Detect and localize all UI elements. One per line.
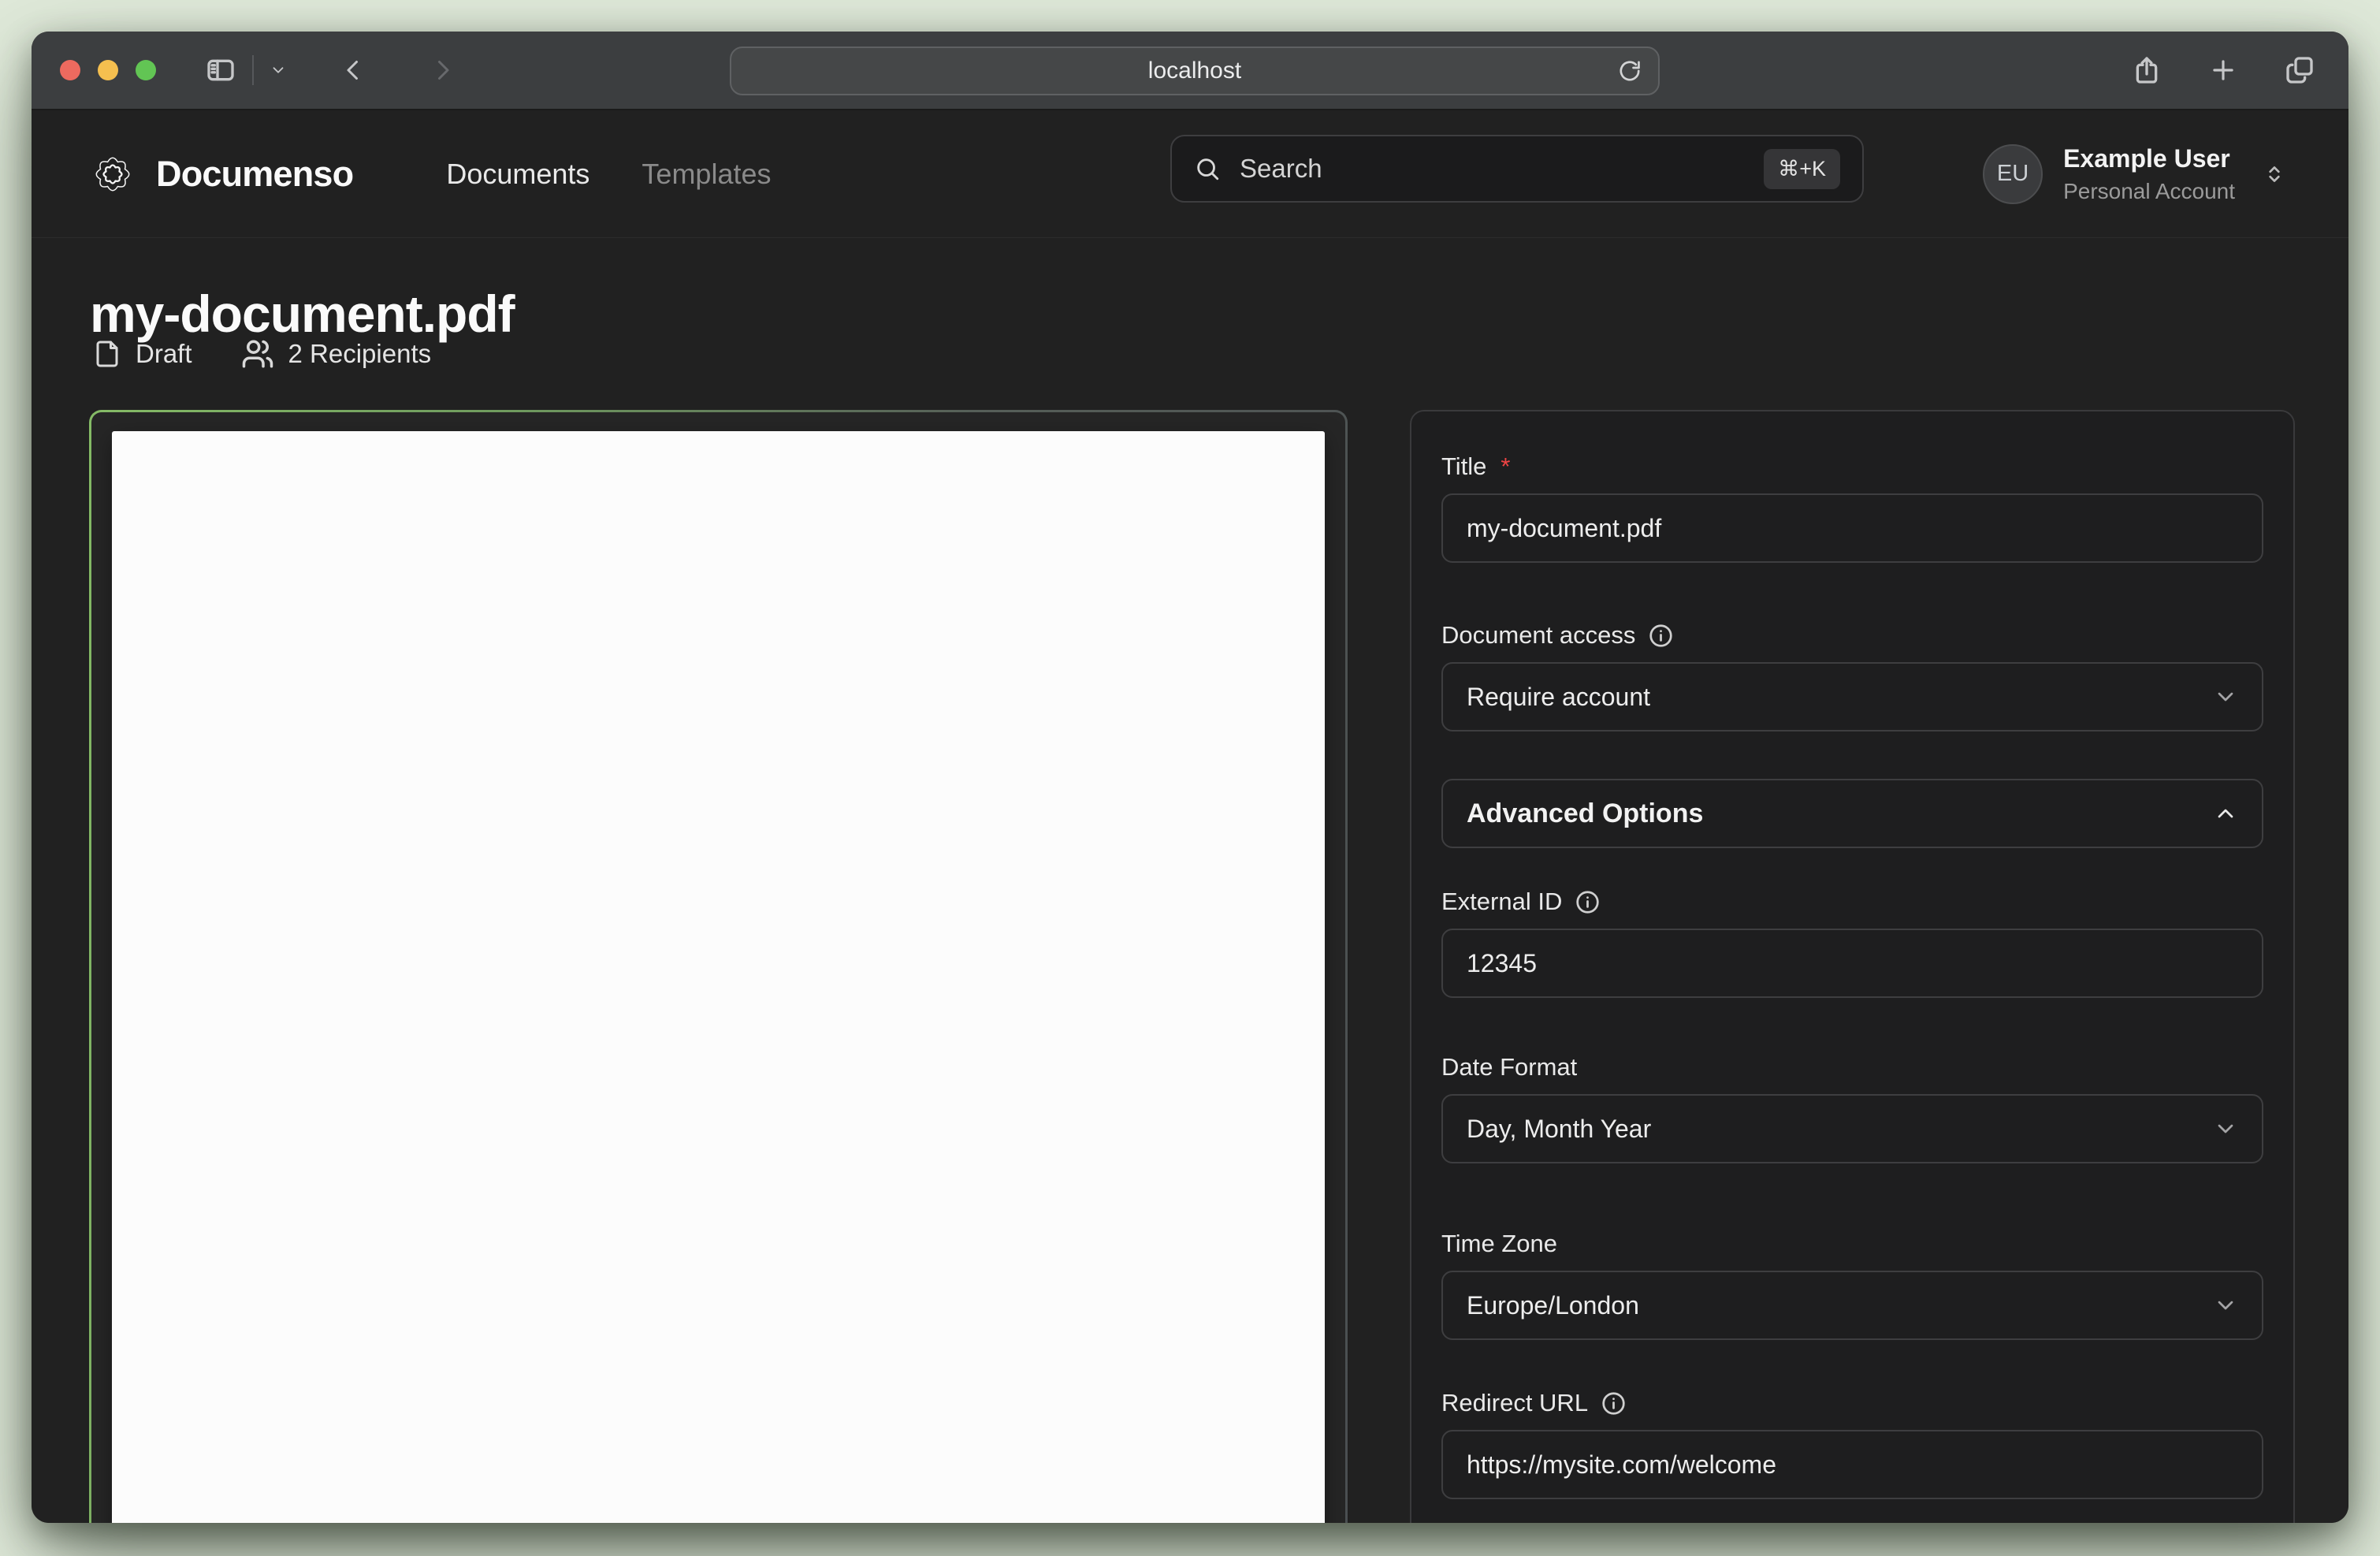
external-id-label: External ID	[1441, 888, 2263, 916]
redirect-url-info-button[interactable]	[1601, 1390, 1627, 1416]
account-menu-button[interactable]: EU Example User Personal Account	[1983, 144, 2287, 204]
search-placeholder: Search	[1240, 154, 1322, 184]
toolbar-right-actions	[2131, 54, 2315, 86]
reload-icon	[1617, 58, 1642, 84]
chevron-right-icon	[429, 56, 457, 84]
browser-toolbar: localhost	[32, 32, 2348, 110]
status-badge: Draft	[93, 339, 192, 369]
search-bar[interactable]: Search ⌘+K	[1170, 135, 1864, 203]
info-icon	[1575, 889, 1601, 915]
document-preview-inner	[91, 412, 1345, 1523]
brand-name: Documenso	[156, 154, 353, 195]
sidebar-icon	[205, 54, 236, 86]
document-settings-panel: Title * Document access Require account	[1410, 410, 2295, 1523]
date-format-select[interactable]: Day, Month Year	[1441, 1094, 2263, 1163]
time-zone-field-group: Time Zone Europe/London	[1441, 1230, 2263, 1340]
external-id-field-group: External ID	[1441, 888, 2263, 998]
title-label: Title *	[1441, 452, 2263, 481]
advanced-options-toggle[interactable]: Advanced Options	[1441, 779, 2263, 848]
minimize-window-button[interactable]	[98, 60, 118, 80]
external-id-info-button[interactable]	[1575, 889, 1601, 915]
tab-overview-button[interactable]	[2284, 54, 2315, 86]
browser-window: localhost	[32, 32, 2348, 1523]
title-input[interactable]	[1441, 493, 2263, 563]
forward-button[interactable]	[429, 56, 457, 84]
search-icon	[1194, 155, 1221, 182]
info-icon	[1601, 1390, 1627, 1416]
sidebar-menu-chevron-button[interactable]	[270, 61, 287, 79]
app-header: Documenso Documents Templates Search ⌘+K…	[32, 110, 2348, 238]
users-icon	[241, 337, 274, 370]
address-bar-url: localhost	[1148, 58, 1241, 84]
recipients-label: 2 Recipients	[288, 339, 432, 369]
back-button[interactable]	[339, 56, 367, 84]
chevron-down-icon	[2213, 684, 2238, 709]
documenso-logo[interactable]: Documenso	[90, 151, 353, 197]
chevron-down-icon	[270, 61, 287, 79]
chevron-left-icon	[339, 56, 367, 84]
external-id-input[interactable]	[1441, 929, 2263, 998]
share-icon	[2131, 54, 2162, 86]
share-button[interactable]	[2131, 54, 2162, 86]
date-format-label: Date Format	[1441, 1053, 2263, 1081]
status-label: Draft	[136, 339, 192, 369]
documenso-logo-icon	[90, 151, 136, 197]
time-zone-label: Time Zone	[1441, 1230, 2263, 1258]
title-field-group: Title *	[1441, 452, 2263, 563]
nav-documents[interactable]: Documents	[446, 158, 589, 191]
info-icon	[1648, 623, 1674, 649]
required-asterisk: *	[1501, 452, 1510, 481]
document-access-info-button[interactable]	[1648, 623, 1674, 649]
reload-button[interactable]	[1617, 58, 1642, 84]
file-icon	[93, 340, 121, 368]
nav-templates[interactable]: Templates	[641, 158, 771, 191]
page-title: my-document.pdf	[90, 284, 515, 344]
document-access-label: Document access	[1441, 621, 2263, 650]
document-preview-card	[89, 410, 1348, 1523]
chevrons-up-down-icon	[2262, 162, 2287, 187]
main-nav: Documents Templates	[446, 158, 771, 191]
account-subtitle: Personal Account	[2063, 179, 2235, 204]
chevron-down-icon	[2213, 1293, 2238, 1318]
avatar: EU	[1983, 144, 2043, 204]
new-tab-button[interactable]	[2208, 55, 2238, 85]
zoom-window-button[interactable]	[136, 60, 156, 80]
document-page	[112, 431, 1325, 1523]
toolbar-separator	[252, 55, 254, 85]
sidebar-toggle-button[interactable]	[205, 54, 236, 86]
date-format-field-group: Date Format Day, Month Year	[1441, 1053, 2263, 1163]
close-window-button[interactable]	[60, 60, 80, 80]
chevron-up-icon	[2213, 801, 2238, 826]
traffic-lights	[60, 60, 156, 80]
time-zone-select[interactable]: Europe/London	[1441, 1271, 2263, 1340]
redirect-url-input[interactable]	[1441, 1430, 2263, 1499]
chevron-down-icon	[2213, 1116, 2238, 1141]
plus-icon	[2208, 55, 2238, 85]
recipients-badge: 2 Recipients	[241, 337, 432, 370]
document-meta-row: Draft 2 Recipients	[93, 337, 431, 370]
tabs-icon	[2284, 54, 2315, 86]
documenso-app: Documenso Documents Templates Search ⌘+K…	[32, 110, 2348, 1523]
document-access-select[interactable]: Require account	[1441, 662, 2263, 731]
account-name: Example User	[2063, 144, 2230, 173]
address-bar[interactable]: localhost	[730, 47, 1660, 95]
search-shortcut-badge: ⌘+K	[1764, 149, 1840, 189]
redirect-url-label: Redirect URL	[1441, 1389, 2263, 1417]
redirect-url-field-group: Redirect URL	[1441, 1389, 2263, 1499]
document-access-field-group: Document access Require account	[1441, 621, 2263, 731]
